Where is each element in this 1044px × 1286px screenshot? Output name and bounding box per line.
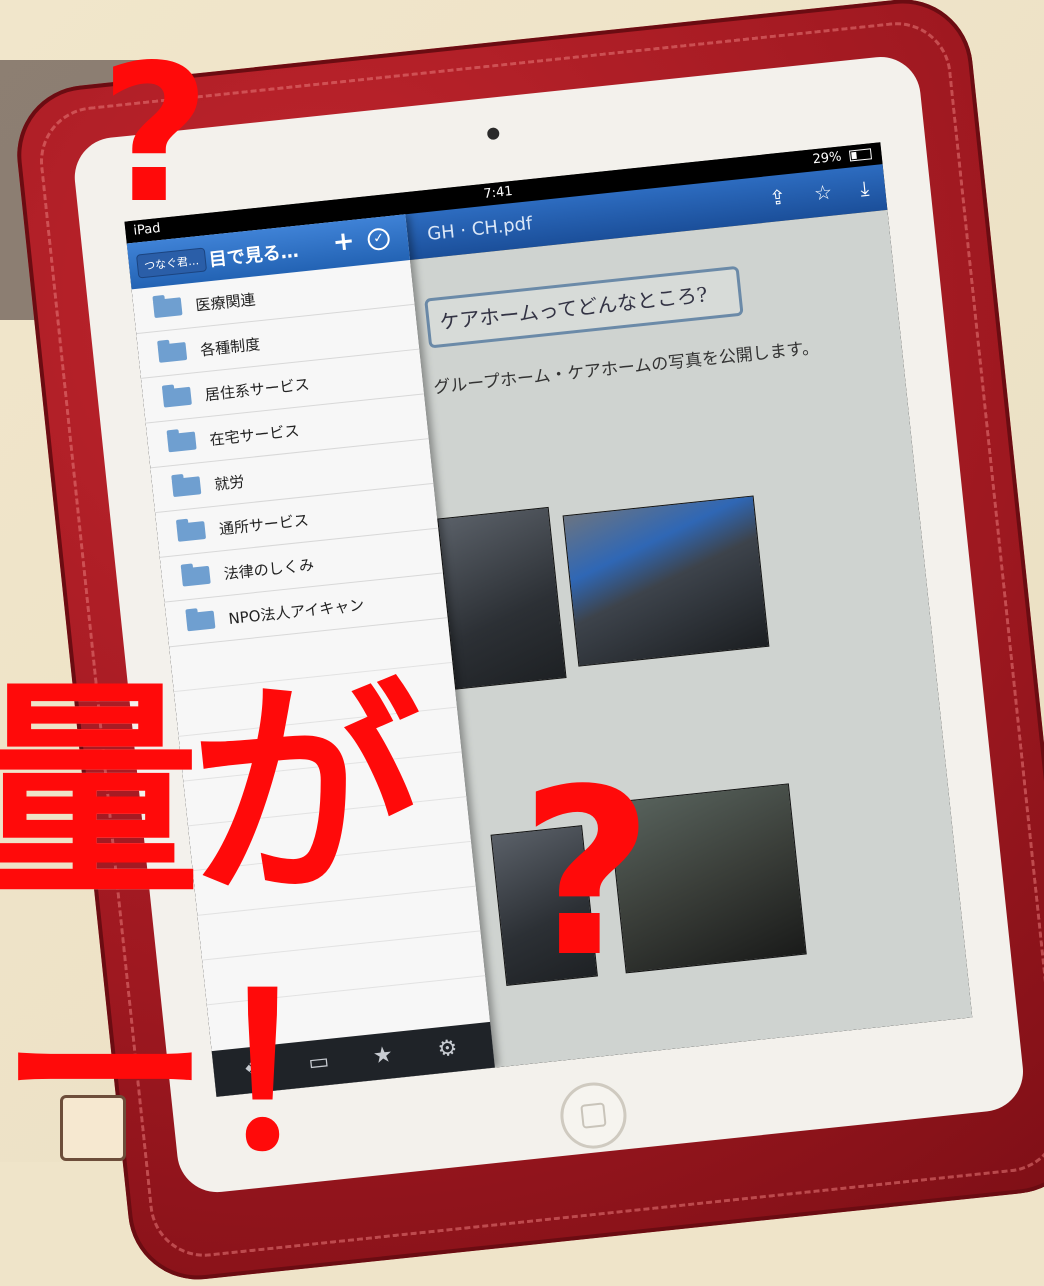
overlay-caption: 量が [0,661,420,928]
battery-percent: 29% [811,149,843,168]
folder-icon [181,565,211,587]
battery-icon [848,148,873,162]
select-button[interactable]: ✓ [366,227,391,252]
home-square-icon [580,1102,607,1129]
sidebar-title: 目で見る… [207,240,300,272]
folder-label: 法律のしくみ [222,555,315,584]
folder-label: 各種制度 [199,335,261,360]
document-title: GH · CH.pdf [426,213,534,246]
share-icon[interactable]: ⇪ [768,184,787,210]
folder-icon [176,520,207,542]
folder-icon [162,386,192,408]
folder-icon [152,297,183,319]
status-time: 7:41 [482,183,514,202]
folder-icon [185,610,216,632]
folder-icon [171,476,202,498]
toolbar-icons: ⇪ ☆ ⤓ [746,176,870,213]
question-mark-overlay: ? [520,741,654,1008]
folder-label: NPO法人アイキャン [227,595,366,628]
pdf-body-text: グループホーム・ケアホームの写真を公開します。 [432,337,820,399]
pdf-heading: ケアホームってどんなところ? [424,265,744,349]
folder-label: 医療関連 [194,290,257,315]
house-photo [437,506,567,690]
folder-label: 通所サービス [218,511,310,539]
back-button[interactable]: つなぐ君… [135,247,208,279]
folder-label: 在宅サービス [208,421,301,449]
star-icon[interactable]: ☆ [813,180,833,206]
question-mark-overlay: ? [100,24,211,245]
speech-bubble-fragment [60,1095,126,1161]
add-button[interactable]: + [331,226,356,258]
pdf-page: ケアホームってどんなところ? グループホーム・ケアホームの写真を公開します。 [410,209,973,1068]
download-icon[interactable]: ⤓ [859,176,870,201]
battery-status: 29% [811,146,873,168]
folder-label: 就労 [213,472,246,494]
folder-icon [157,341,188,363]
gear-icon[interactable]: ⚙ [436,1035,458,1062]
house-photo [562,495,770,667]
folder-icon [166,431,197,453]
folder-label: 居住系サービス [204,375,311,405]
